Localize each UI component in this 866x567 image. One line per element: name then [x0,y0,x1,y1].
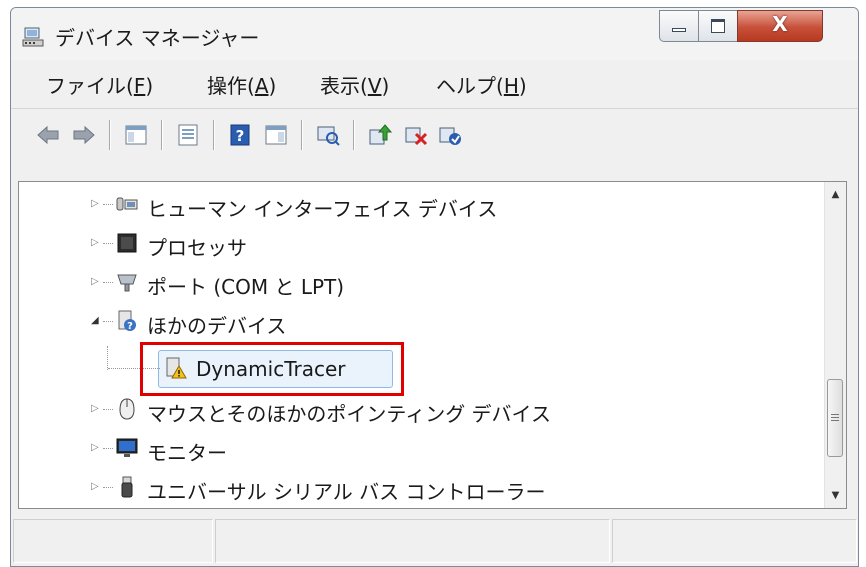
maximize-button[interactable] [698,10,738,42]
expand-icon[interactable]: ▷ [91,443,101,453]
hid-device-icon [116,197,138,211]
toolbar-separator [353,120,355,150]
tree-node-dynamictracer[interactable]: DynamicTracer [19,350,819,388]
close-icon: X [772,12,788,36]
tree-node-label: モニター [147,441,227,465]
scroll-up-arrow-icon[interactable]: ▲ [825,184,846,205]
svg-text:?: ? [127,321,133,332]
tree-node-label: ユニバーサル シリアル バス コントローラー [147,480,546,504]
update-driver-icon[interactable] [367,122,393,148]
scroll-down-arrow-icon[interactable]: ▼ [825,485,846,506]
status-pane [215,519,610,563]
grip-line [831,417,839,418]
help-icon[interactable]: ? [227,122,253,148]
properties-icon[interactable] [175,122,201,148]
expand-icon[interactable]: ▷ [91,404,101,414]
expand-icon[interactable]: ▷ [91,238,101,248]
scrollbar-thumb[interactable] [827,379,843,457]
close-button[interactable]: X [737,10,823,42]
menu-file[interactable]: ファイル(F) [46,70,153,99]
tree-node-other-devices[interactable]: ◢ ? ほかのデバイス [19,303,819,341]
annotation-highlight-box [140,342,404,396]
show-action-pane-icon[interactable] [263,122,289,148]
device-manager-window: デバイス マネージャー X ファイル(F) 操作(A) 表示(V) ヘルプ(H) [10,7,859,567]
usb-icon [121,476,133,498]
collapse-icon[interactable]: ◢ [91,316,101,326]
tree-node-label: マウスとそのほかのポインティング デバイス [147,402,551,426]
monitor-icon [116,438,138,457]
tree-dots [103,448,113,450]
vertical-scrollbar[interactable]: ▲ ▼ [824,182,846,508]
device-manager-icon [22,27,44,47]
toolbar-separator [109,120,111,150]
window-title: デバイス マネージャー [55,26,260,50]
grip-line [831,414,839,415]
tree-node-label: ほかのデバイス [147,314,287,338]
minimize-button[interactable] [659,10,699,42]
menu-help[interactable]: ヘルプ(H) [436,70,527,99]
menu-action[interactable]: 操作(A) [207,70,276,99]
title-bar[interactable]: デバイス マネージャー X [11,8,858,60]
tree-node-label: ヒューマン インターフェイス デバイス [147,197,498,221]
tree-dots [103,409,113,411]
tree-dots [103,204,113,206]
tree-dots [103,321,113,323]
tree-node-hid[interactable]: ▷ ヒューマン インターフェイス デバイス [19,186,819,224]
enable-device-icon[interactable] [437,122,463,148]
expand-icon[interactable]: ▷ [91,482,101,492]
tree-node-label: ポート (COM と LPT) [147,275,345,299]
show-hide-console-tree-icon[interactable] [123,122,149,148]
port-icon [117,274,137,292]
tree-dots [103,282,113,284]
status-pane [612,519,857,563]
scan-hardware-icon[interactable] [315,122,341,148]
tree-dots [103,243,113,245]
toolbar-separator [213,120,215,150]
expand-icon[interactable]: ▷ [91,199,101,209]
tree-node-label: プロセッサ [147,236,247,260]
svg-text:?: ? [236,127,245,145]
tree-dots [103,487,113,489]
device-tree[interactable]: ▷ ヒューマン インターフェイス デバイス ▷ プロセッサ ▷ ポート (COM… [18,181,847,509]
back-arrow-icon[interactable] [35,122,61,148]
mouse-icon [119,398,135,420]
maximize-icon [711,19,725,33]
unknown-device-icon: ? [118,310,136,332]
toolbar-separator [161,120,163,150]
toolbar-separator [301,120,303,150]
minimize-icon [672,28,686,32]
toolbar: ? [11,108,858,165]
tree-node-ports[interactable]: ▷ ポート (COM と LPT) [19,264,819,302]
menu-bar: ファイル(F) 操作(A) 表示(V) ヘルプ(H) [11,60,858,108]
uninstall-device-icon[interactable] [403,122,429,148]
tree-node-mice[interactable]: ▷ マウスとそのほかのポインティング デバイス [19,391,819,429]
expand-icon[interactable]: ▷ [91,277,101,287]
tree-node-processor[interactable]: ▷ プロセッサ [19,225,819,263]
forward-arrow-icon[interactable] [71,122,97,148]
grip-line [831,420,839,421]
tree-node-monitors[interactable]: ▷ モニター [19,430,819,468]
menu-view[interactable]: 表示(V) [320,70,389,99]
status-pane [13,519,213,563]
processor-icon [117,233,137,253]
status-bar [11,515,858,566]
tree-node-usb[interactable]: ▷ ユニバーサル シリアル バス コントローラー [19,469,819,507]
